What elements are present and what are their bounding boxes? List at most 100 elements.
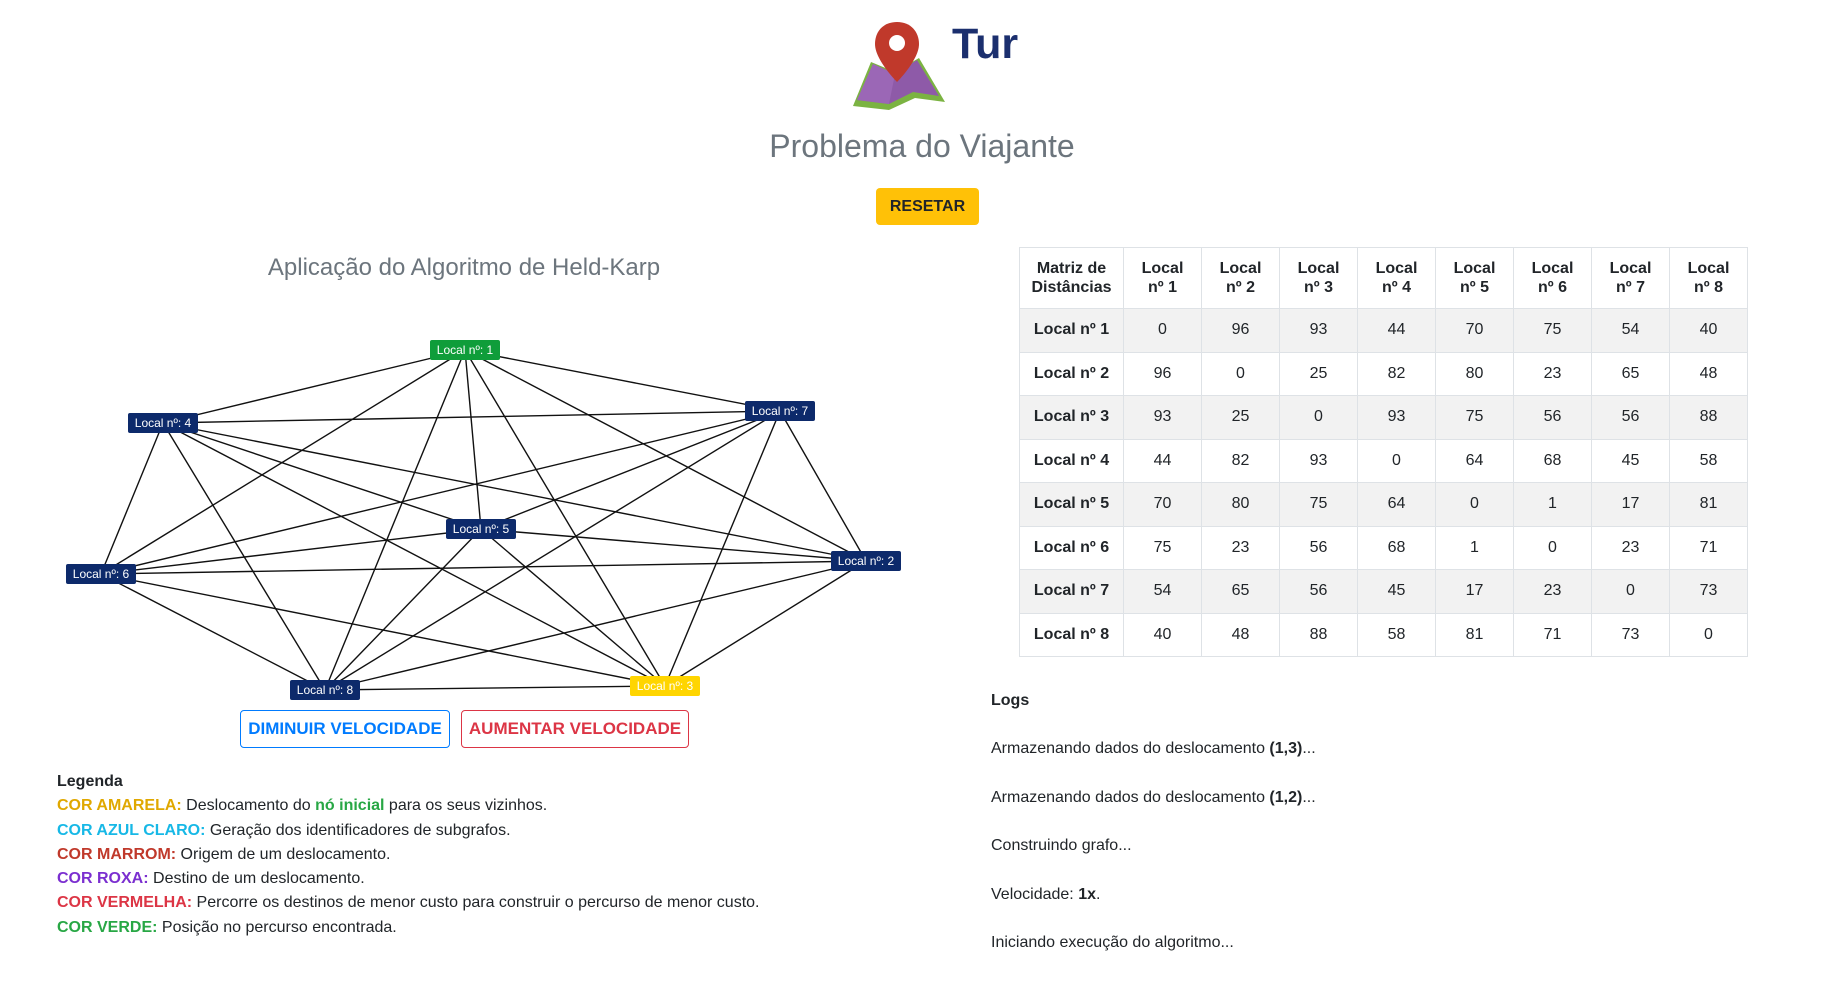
legend-key-lightblue: COR AZUL CLARO: [57,821,206,839]
matrix-header-row: Matriz de Distâncias Local nº 1 Local nº 2L… [1019,247,1748,309]
graph-edge [100,349,466,575]
header-line: Matriz de [1036,260,1107,277]
row-header: Local nº 7 [1019,569,1124,614]
table-cell: 40 [1669,308,1748,353]
header-line: nº 3 [1304,279,1333,296]
header-line: nº 5 [1460,279,1489,296]
legend-title: Legenda [57,773,123,790]
log-text: ... [1302,740,1316,757]
graph-node[interactable]: Local nº: 3 [630,676,700,696]
logs-title: Logs [991,692,1030,709]
graph-canvas: Local nº: 1 Local nº: 2 Local nº: 3 Local n… [66,340,901,700]
legend-key-brown: COR MARROM: [57,845,177,863]
table-cell: 93 [1357,395,1436,440]
log-text: Armazenando dados do deslocamento [991,740,1270,757]
table-cell: 68 [1513,438,1592,483]
graph-node[interactable]: Local nº: 5 [446,519,516,539]
matrix-column-header: Local nº 5 [1435,247,1514,309]
table-cell: 56 [1591,395,1670,440]
table-cell: 65 [1201,569,1280,614]
increase-speed-button[interactable]: AUMENTAR VELOCIDADE [461,710,689,748]
header-line: Local [1297,260,1340,277]
log-line: Armazenando dados do deslocamento (1,2).… [991,788,1316,837]
header-line: nº 1 [1148,279,1177,296]
table-cell: 81 [1669,482,1748,527]
decrease-speed-button[interactable]: DIMINUIR VELOCIDADE [240,710,450,748]
table-cell: 75 [1123,525,1202,570]
legend-item: COR VERDE: Posição no percurso encontrad… [57,916,760,940]
table-row: Local nº 7 54 65 56 45 17 23 0 73 [1019,569,1748,614]
header-line: nº 7 [1616,279,1645,296]
graph-edge [100,560,867,575]
log-line: Armazenando dados do deslocamento (1,3).… [991,739,1316,788]
table-cell: 0 [1357,438,1436,483]
graph-title: Aplicação do Algoritmo de Held-Karp [267,254,661,281]
table-row: Local nº 1 0 96 93 44 70 75 54 40 [1019,308,1748,353]
matrix-body: Local nº 1 0 96 93 44 70 75 54 40 Local nº 2 96 0 25… [1019,308,1748,657]
header-line: Local [1453,260,1496,277]
matrix-corner-header: Matriz de Distâncias [1019,247,1124,309]
graph-edge [464,349,482,530]
table-cell: 70 [1123,482,1202,527]
header-line: Local [1141,260,1184,277]
graph-node[interactable]: Local nº: 7 [745,401,815,421]
table-row: Local nº 8 40 48 88 58 81 71 73 0 [1019,612,1748,657]
table-cell: 71 [1513,612,1592,657]
table-cell: 56 [1279,569,1358,614]
log-highlight: 1x [1078,885,1096,903]
table-cell: 23 [1513,351,1592,396]
log-text: . [1095,885,1101,903]
log-line: Construindo grafo... [991,836,1316,885]
table-cell: 44 [1123,438,1202,483]
table-cell: 75 [1435,395,1514,440]
header-line: Local [1375,260,1418,277]
table-cell: 80 [1435,351,1514,396]
graph-node[interactable]: Local nº: 8 [290,680,360,700]
graph-edge [162,422,666,687]
table-cell: 56 [1513,395,1592,440]
table-cell: 65 [1591,351,1670,396]
table-cell: 0 [1591,569,1670,614]
graph-edge [464,349,781,412]
graph-edge [464,349,666,687]
matrix-column-header: Local nº 4 [1357,247,1436,309]
table-cell: 45 [1357,569,1436,614]
graph-node[interactable]: Local nº: 6 [66,564,136,584]
legend-key-yellow: COR AMARELA: [57,797,182,815]
graph-node-label: Local nº: 3 [637,679,694,693]
graph-edge [324,349,466,691]
graph-edge [664,410,781,687]
table-cell: 70 [1435,308,1514,353]
row-header: Local nº 6 [1019,525,1124,570]
legend-text: Geração dos identificadores de subgrafos… [205,821,511,839]
table-cell: 0 [1123,308,1202,353]
page-subtitle: Problema do Viajante [769,128,1075,164]
brand-title: Tur [952,20,1019,68]
log-list: Armazenando dados do deslocamento (1,3).… [991,739,1316,982]
log-line: Velocidade: 1x. [991,885,1316,934]
graph-node[interactable]: Local nº: 2 [831,551,901,571]
graph-edge [100,573,326,691]
table-cell: 75 [1279,482,1358,527]
graph-node[interactable]: Local nº: 1 [430,340,500,360]
table-cell: 96 [1201,308,1280,353]
table-cell: 64 [1357,482,1436,527]
graph-nodes: Local nº: 1 Local nº: 2 Local nº: 3 Local n… [66,340,901,700]
reset-button[interactable]: RESETAR [876,188,979,225]
legend-item: COR ROXA: Destino de um deslocamento. [57,867,760,891]
graph-edge [664,560,867,687]
matrix-column-header: Local nº 8 [1669,247,1748,309]
legend-item: COR VERMELHA: Percorre os destinos de me… [57,891,760,915]
log-highlight: (1,3) [1269,740,1303,757]
table-cell: 96 [1123,351,1202,396]
table-cell: 0 [1279,395,1358,440]
graph-node[interactable]: Local nº: 4 [128,413,198,433]
table-cell: 93 [1279,308,1358,353]
table-cell: 82 [1357,351,1436,396]
legend-text: Origem de um deslocamento. [176,845,391,863]
graph-edge [162,349,466,424]
map-pin-icon [853,22,945,110]
legend: Legenda COR AMARELA: Deslocamento do nó … [57,770,760,940]
table-cell: 1 [1513,482,1592,527]
table-row: Local nº 4 44 82 93 0 64 68 45 58 [1019,438,1748,483]
